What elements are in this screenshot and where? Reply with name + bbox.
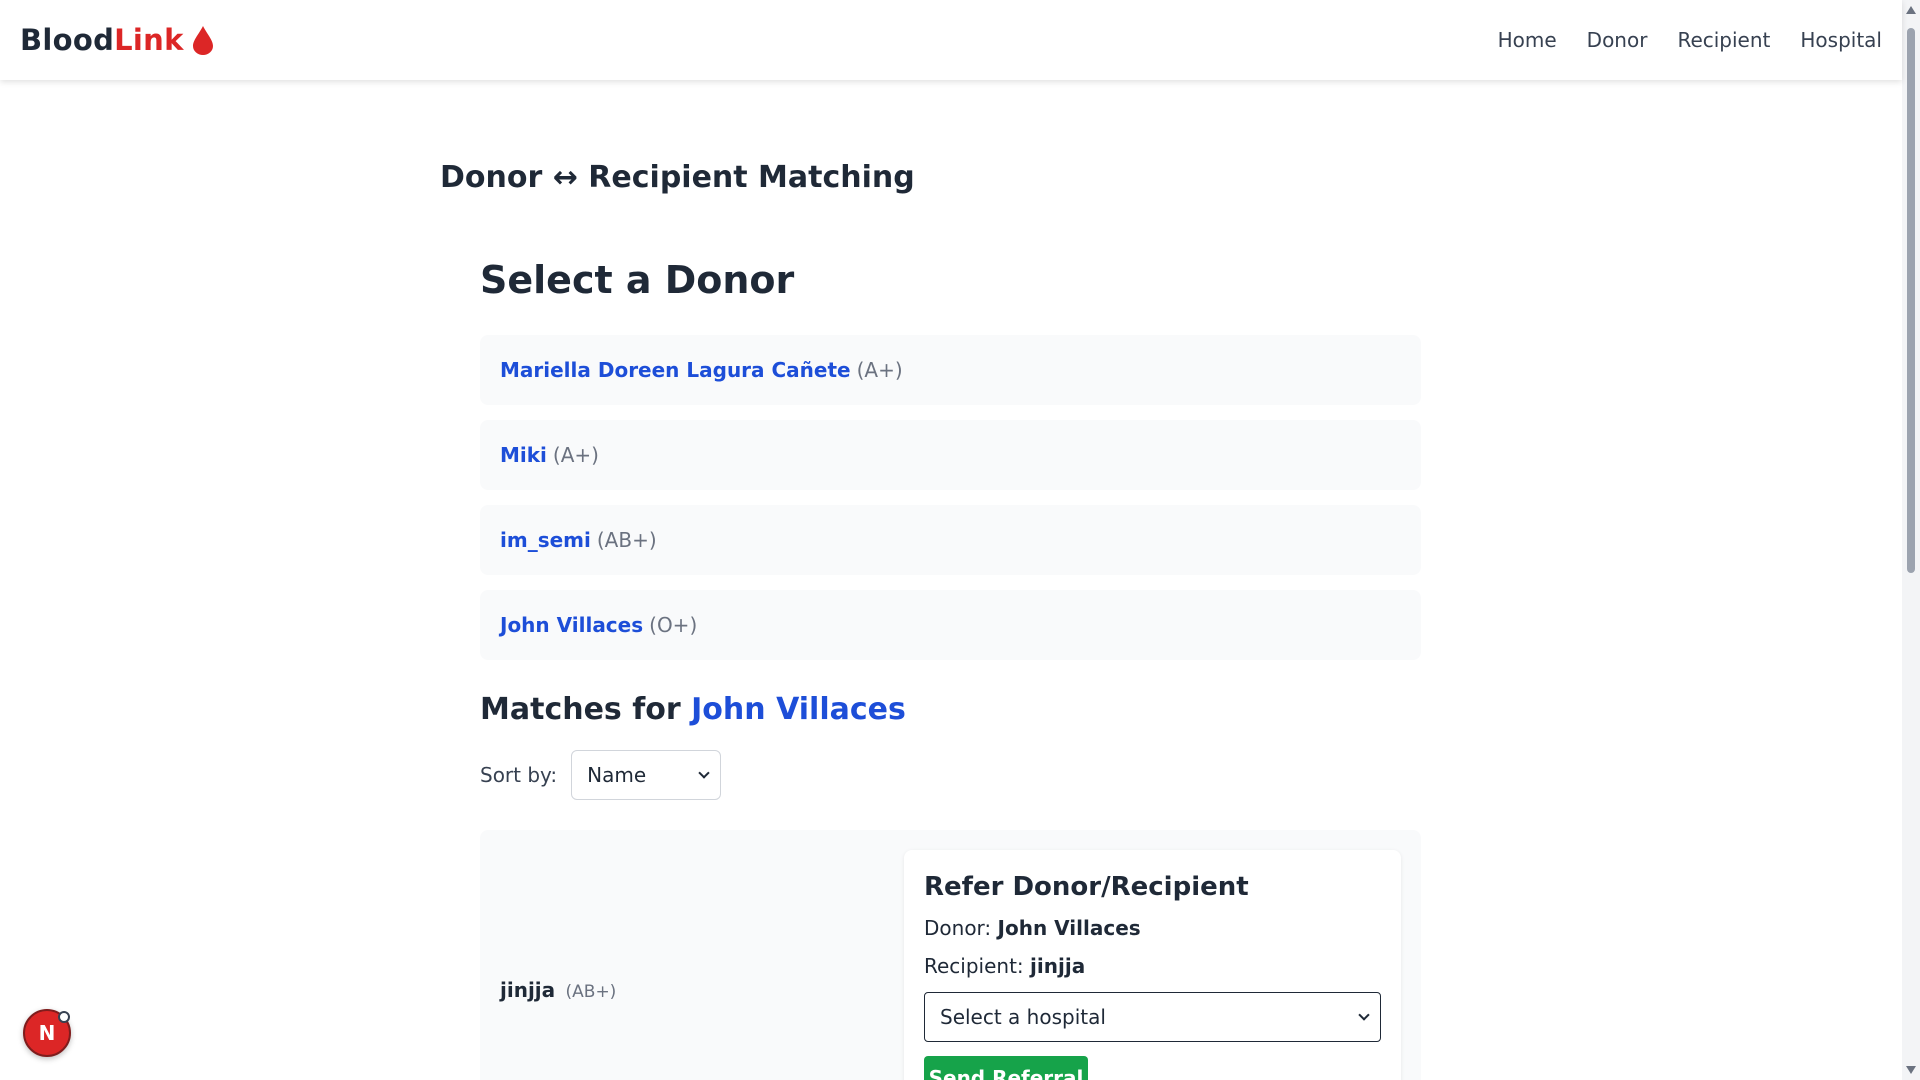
refer-panel: Refer Donor/Recipient Donor: John Villac… [904,850,1401,1080]
refer-donor-line: Donor: John Villaces [924,916,1381,940]
blood-drop-icon [192,26,213,55]
refer-recipient-label: Recipient: [924,954,1024,978]
dev-tools-badge-letter: N [38,1021,56,1045]
sort-select-value: Name [587,763,647,787]
donor-item[interactable]: Miki (A+) [480,420,1421,490]
scroll-up-arrow-icon[interactable] [1906,6,1916,14]
donor-blood-type: (A+) [552,443,599,467]
sort-row: Sort by: Name [480,750,722,800]
notification-dot-icon [58,1011,70,1023]
recipient-info: jinjja (AB+) [500,978,616,1002]
sort-select[interactable]: Name [571,750,722,800]
nav-link-donor[interactable]: Donor [1587,28,1648,52]
donor-blood-type: (AB+) [596,528,657,552]
hospital-select[interactable]: Select a hospital [924,992,1381,1042]
matches-selected-donor: John Villaces [691,692,906,727]
donor-name-link[interactable]: im_semi [500,528,591,552]
sort-label: Sort by: [480,763,558,787]
chevron-down-icon [1358,1009,1370,1021]
page-scrollbar[interactable] [1902,0,1920,1080]
nav-link-hospital[interactable]: Hospital [1800,28,1882,52]
chevron-down-icon [698,767,710,779]
nav-links: Home Donor Recipient Hospital [1498,28,1882,52]
brand-name-part1: Blood [20,23,115,57]
donor-item[interactable]: Mariella Doreen Lagura Cañete (A+) [480,335,1421,405]
refer-title: Refer Donor/Recipient [924,872,1249,902]
scroll-down-arrow-icon[interactable] [1906,1066,1916,1074]
page-title: Donor ↔ Recipient Matching [440,160,915,195]
scroll-thumb[interactable] [1907,28,1915,573]
donor-list: Mariella Doreen Lagura Cañete (A+) Miki … [480,335,1421,675]
brand-logo[interactable]: Blood Link [20,23,214,57]
donor-item[interactable]: im_semi (AB+) [480,505,1421,575]
donor-blood-type: (O+) [649,613,698,637]
recipient-name: jinjja [500,978,556,1002]
donor-name-link[interactable]: John Villaces [500,613,643,637]
refer-donor-value: John Villaces [997,916,1141,940]
refer-recipient-value: jinjja [1030,954,1086,978]
matches-heading-prefix: Matches for [480,692,681,727]
hospital-select-placeholder: Select a hospital [940,1005,1106,1029]
nav-link-recipient[interactable]: Recipient [1677,28,1770,52]
top-navbar: Blood Link Home Donor Recipient Hospital [0,0,1902,80]
nav-link-home[interactable]: Home [1498,28,1557,52]
refer-recipient-line: Recipient: jinjja [924,954,1381,978]
select-donor-heading: Select a Donor [480,258,795,302]
donor-blood-type: (A+) [856,358,903,382]
match-card: jinjja (AB+) Refer Donor/Recipient Donor… [480,830,1421,1080]
recipient-blood-type: (AB+) [565,982,617,1002]
refer-donor-label: Donor: [924,916,992,940]
donor-name-link[interactable]: Mariella Doreen Lagura Cañete [500,358,851,382]
brand-name-part2: Link [114,23,184,57]
send-referral-button[interactable]: Send Referral [924,1056,1088,1080]
donor-name-link[interactable]: Miki [500,443,547,467]
matches-heading: Matches for John Villaces [480,692,906,727]
donor-item[interactable]: John Villaces (O+) [480,590,1421,660]
